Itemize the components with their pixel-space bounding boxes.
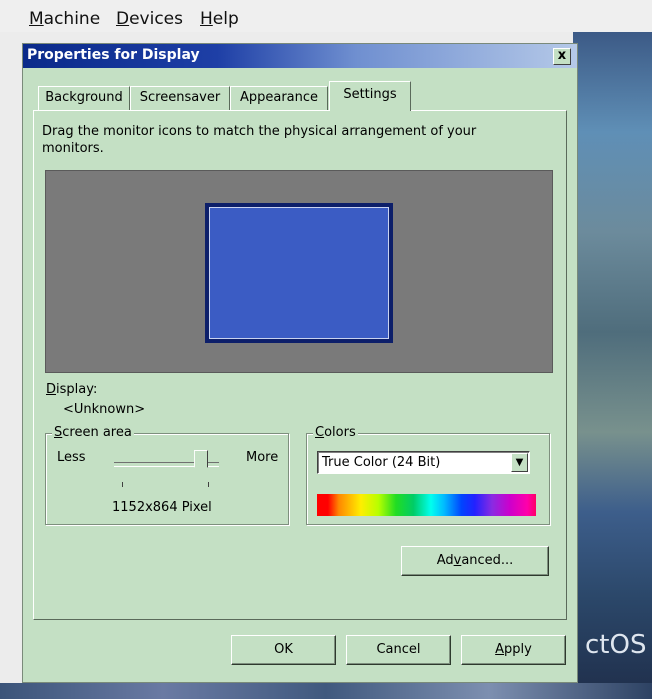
colors-label: Colors	[313, 425, 358, 440]
dialog-title: Properties for Display	[27, 47, 200, 63]
slider-less-label: Less	[57, 450, 86, 465]
taskbar-strip	[0, 683, 652, 699]
screen-area-group: Screen area Less More 1152x864 Pixel	[45, 425, 289, 525]
slider-tick	[208, 482, 209, 487]
apply-button[interactable]: Apply	[461, 635, 566, 665]
menu-devices[interactable]: Devices	[116, 9, 183, 29]
advanced-button[interactable]: Advanced...	[401, 546, 549, 576]
chevron-down-icon[interactable]: ▼	[511, 453, 528, 472]
menu-help[interactable]: Help	[200, 9, 239, 29]
dialog-titlebar[interactable]: Properties for Display x	[23, 44, 577, 68]
desktop-background	[573, 32, 652, 699]
instructions-text: Drag the monitor icons to match the phys…	[42, 124, 477, 156]
tab-background[interactable]: Background	[38, 86, 130, 110]
monitor-screen	[209, 207, 389, 339]
monitor-arrangement-area	[45, 170, 553, 373]
tab-appearance[interactable]: Appearance	[230, 86, 328, 110]
cancel-button[interactable]: Cancel	[346, 635, 451, 665]
close-button[interactable]: x	[553, 48, 571, 65]
ok-button[interactable]: OK	[231, 635, 336, 665]
settings-panel: Drag the monitor icons to match the phys…	[33, 110, 567, 620]
slider-more-label: More	[246, 450, 279, 465]
resolution-slider-thumb[interactable]	[194, 450, 209, 474]
tab-screensaver[interactable]: Screensaver	[130, 86, 230, 110]
tab-settings[interactable]: Settings	[329, 81, 411, 111]
host-menubar: Machine Devices Help	[0, 0, 652, 32]
resolution-value: 1152x864 Pixel	[112, 500, 212, 515]
menu-machine[interactable]: Machine	[29, 9, 100, 29]
colors-group: Colors True Color (24 Bit) ▼	[306, 425, 550, 525]
monitor-icon[interactable]	[205, 203, 393, 343]
display-label: Display:	[46, 382, 98, 397]
slider-tick	[122, 482, 123, 487]
screen-area-label: Screen area	[52, 425, 134, 440]
color-depth-value: True Color (24 Bit)	[322, 455, 441, 470]
color-depth-select[interactable]: True Color (24 Bit) ▼	[317, 451, 530, 474]
desktop-wallpaper-text: ctOS	[585, 630, 647, 660]
display-properties-dialog: Properties for Display x Background Scre…	[22, 43, 578, 683]
color-spectrum-preview	[317, 494, 536, 516]
display-value: <Unknown>	[63, 402, 146, 417]
